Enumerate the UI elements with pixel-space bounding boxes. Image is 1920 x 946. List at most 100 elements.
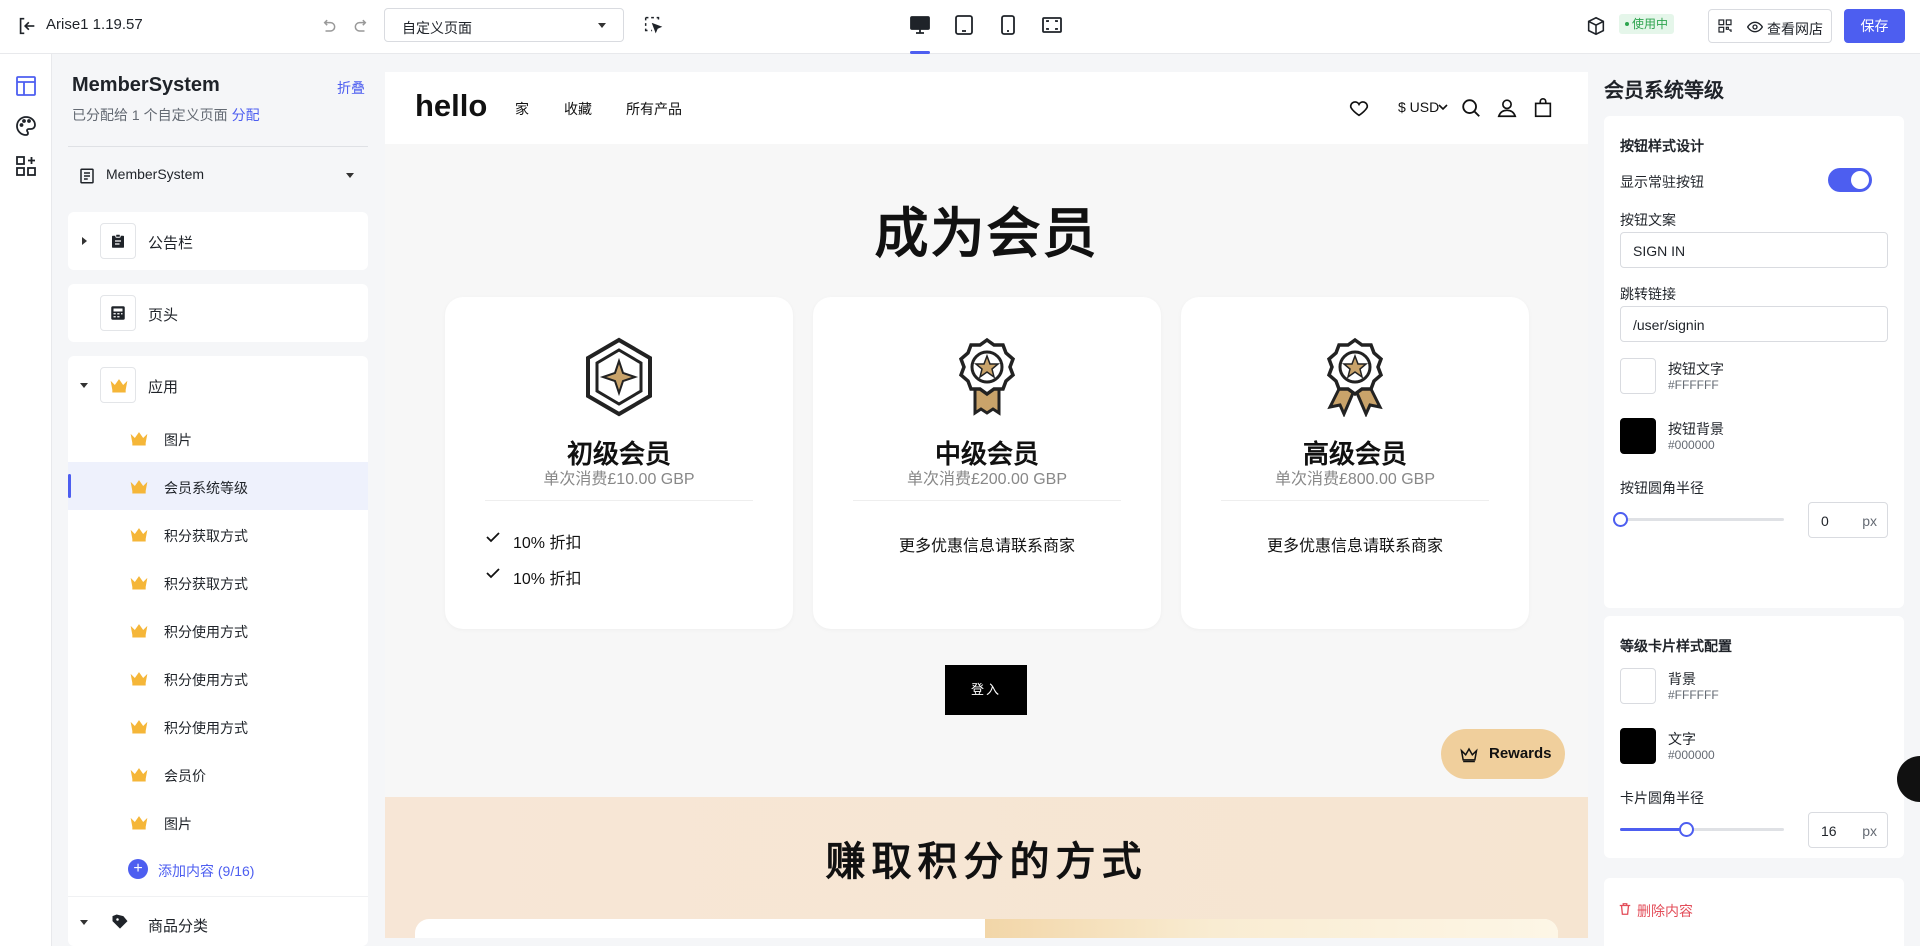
heart-icon[interactable] [1348,97,1370,119]
collapse-link[interactable]: 折叠 [337,78,365,98]
card-text-color-name: 文字 [1668,731,1696,747]
card-radius-input[interactable]: 16 px [1808,812,1888,848]
link-input[interactable]: /user/signin [1620,306,1888,342]
medal-badge-icon [958,337,1016,416]
section-header[interactable]: 页头 [68,284,368,342]
shopping-bag-icon[interactable] [1532,97,1554,119]
app-item-label: 会员价 [164,768,206,784]
mobile-icon[interactable] [996,13,1020,37]
hero-title: 成为会员 [874,204,1099,264]
package-icon[interactable] [1585,15,1607,37]
theme-palette-icon[interactable] [14,114,38,138]
link-label: 跳转链接 [1620,286,1676,302]
button-text-value: SIGN IN [1633,243,1686,259]
page-selector[interactable]: MemberSystem [68,154,368,196]
check-icon [486,532,500,543]
tablet-icon[interactable] [952,13,976,37]
chevron-down-icon [598,23,606,28]
qr-code-button[interactable] [1708,9,1742,43]
app-item[interactable]: 积分获取方式 [68,558,368,606]
crown-icon [130,672,148,686]
crown-icon [130,576,148,590]
app-item-label: 积分使用方式 [164,720,248,736]
card-radius-label: 卡片圆角半径 [1620,790,1704,806]
unit-label: px [1862,513,1877,529]
app-item[interactable]: 积分使用方式 [68,702,368,750]
button-text-input[interactable]: SIGN IN [1620,232,1888,268]
apps-icon[interactable] [14,154,38,178]
card-radius-value: 16 [1821,823,1837,839]
desktop-icon[interactable] [908,13,932,37]
assigned-text: 已分配给 1 个自定义页面 [72,107,228,123]
nav-link-home[interactable]: 家 [515,99,529,119]
nav-link-all-products[interactable]: 所有产品 [626,99,682,119]
undo-icon[interactable] [318,16,338,36]
page-icon [80,168,94,184]
store-logo[interactable]: hello [415,88,487,124]
tier-more-info: 更多优惠信息请联系商家 [898,538,1075,555]
crown-icon [130,720,148,734]
card-bg-color-hex: #FFFFFF [1668,688,1719,702]
link-value: /user/signin [1633,317,1705,333]
sign-in-button[interactable]: 登入 [945,665,1027,715]
collapse-arrow-icon[interactable] [80,383,88,388]
tier-condition: 单次消费£10.00 GBP [543,471,695,488]
expand-arrow-icon[interactable] [82,237,87,245]
button-bg-color-swatch[interactable] [1620,418,1656,454]
currency-selector[interactable]: $ USD [1398,99,1439,115]
app-item[interactable]: 积分获取方式 [68,510,368,558]
sections-icon[interactable] [14,74,38,98]
app-item[interactable]: 会员价 [68,750,368,798]
app-item-label: 积分使用方式 [164,672,248,688]
button-radius-slider[interactable] [1613,512,1784,527]
app-item[interactable]: 图片 [68,798,368,846]
app-item-label: 积分使用方式 [164,624,248,640]
app-item[interactable]: 图片 [68,414,368,462]
header-layout-icon [111,306,125,320]
select-element-icon[interactable] [642,14,664,36]
tier-condition: 单次消费£800.00 GBP [1274,471,1436,488]
app-item-active[interactable]: 会员系统等级 [68,462,368,510]
divider [68,146,368,147]
save-button[interactable]: 保存 [1844,9,1905,43]
button-radius-input[interactable]: 0 px [1808,502,1888,538]
announcement-icon-box [100,223,136,259]
card-text-color-swatch[interactable] [1620,728,1656,764]
add-content-button[interactable]: + 添加内容 (9/16) [128,858,348,880]
trash-icon [1619,903,1631,915]
section-announcement[interactable]: 公告栏 [68,212,368,270]
fullscreen-icon[interactable] [1040,13,1064,37]
button-text-color-swatch[interactable] [1620,358,1656,394]
redo-icon[interactable] [352,16,372,36]
store-preview: hello 家 收藏 所有产品 $ USD 成为会员 初级会员 单次消费£10.… [385,72,1588,938]
app-item[interactable]: 积分使用方式 [68,606,368,654]
show-sticky-label: 显示常驻按钮 [1620,174,1704,190]
section-apps-header[interactable]: 应用 [68,356,368,414]
qr-code-icon [1718,19,1732,33]
show-sticky-toggle[interactable] [1828,168,1872,192]
collapse-arrow-icon[interactable] [80,920,88,925]
page-select[interactable]: 自定义页面 [384,8,624,42]
app-item[interactable]: 积分使用方式 [68,654,368,702]
search-icon[interactable] [1460,97,1482,119]
chevron-down-icon [1438,104,1448,111]
app-item-label: 图片 [164,816,192,832]
app-item-label: 积分获取方式 [164,528,248,544]
view-store-button[interactable]: 查看网店 [1741,9,1832,43]
hexagon-badge-icon [586,337,652,417]
header-icon-box [100,295,136,331]
nav-link-collections[interactable]: 收藏 [564,99,592,119]
card-radius-slider[interactable] [1620,822,1784,837]
slider-handle[interactable] [1678,822,1694,837]
card-bg-color-swatch[interactable] [1620,668,1656,704]
store-header: hello 家 收藏 所有产品 $ USD [385,72,1588,144]
slider-handle[interactable] [1613,512,1628,527]
exit-icon[interactable] [16,15,38,37]
section-label: 商品分类 [148,918,209,935]
account-icon[interactable] [1496,97,1518,119]
section-category-header[interactable]: 商品分类 [68,900,368,946]
check-icon [486,568,500,579]
assign-link[interactable]: 分配 [232,107,260,123]
rewards-launcher[interactable]: Rewards [1441,729,1565,779]
status-badge: 使用中 [1619,14,1675,34]
